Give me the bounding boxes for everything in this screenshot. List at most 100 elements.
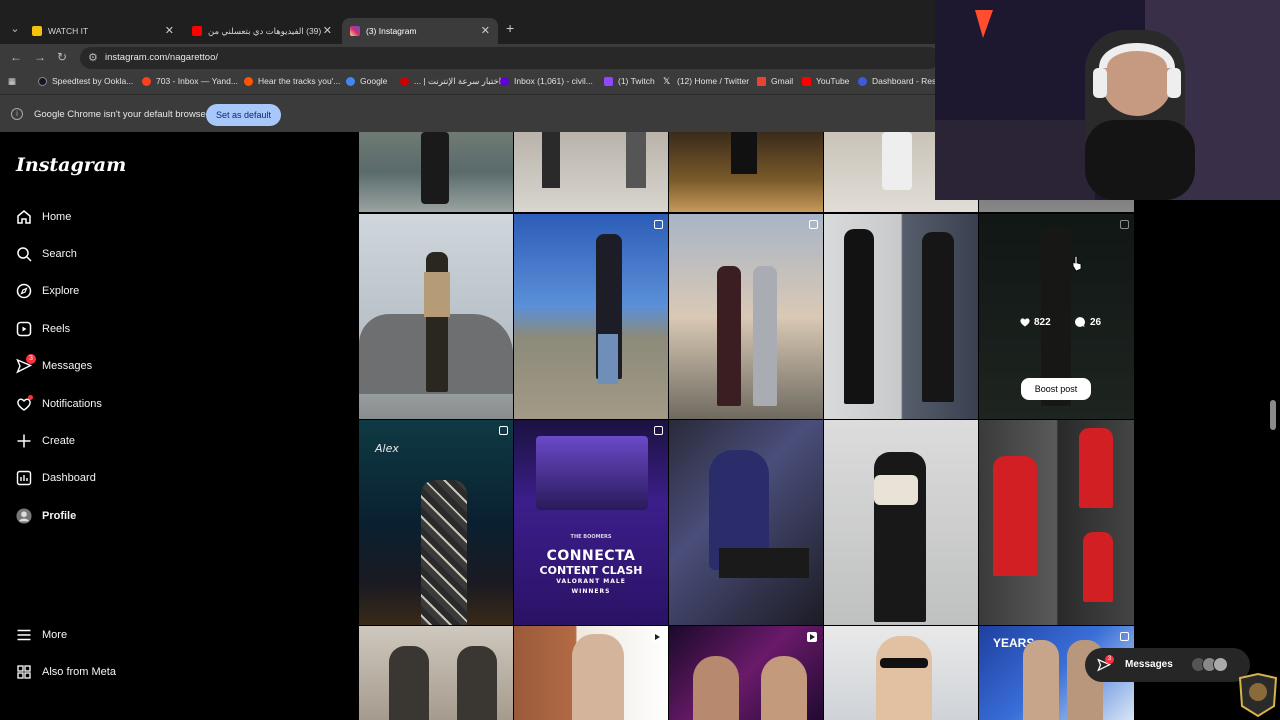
instagram-favicon-icon <box>350 26 360 36</box>
post-tile[interactable] <box>669 420 823 625</box>
forward-arrow-icon[interactable]: → <box>34 50 46 64</box>
gmail-icon <box>757 76 766 86</box>
bookmark-google[interactable]: Google <box>346 76 387 86</box>
bookmark-label: اختبار سرعة الإنترنت | ... <box>414 76 502 86</box>
messages-badge: 3 <box>26 354 36 364</box>
nav-profile[interactable]: Profile <box>0 501 300 531</box>
post-tile[interactable] <box>514 626 668 720</box>
chart-icon <box>16 470 32 486</box>
nav-explore[interactable]: Explore <box>0 276 300 306</box>
bookmark-label: (12) Home / Twitter <box>677 76 750 86</box>
tab-watch-it[interactable]: WATCH IT ✕ <box>24 18 182 44</box>
post-tile-hovered[interactable]: 822 26 Boost post <box>979 214 1134 419</box>
bookmark-label: Dashboard - Rest <box>872 76 939 86</box>
bookmark-label: 703 - Inbox — Yand... <box>156 76 238 86</box>
nav-label: Dashboard <box>42 472 96 484</box>
post-tile[interactable] <box>514 214 668 419</box>
comment-filled-icon <box>1075 317 1085 327</box>
nav-label: Profile <box>42 510 77 522</box>
bookmark-speed-test-ar[interactable]: اختبار سرعة الإنترنت | ... <box>400 76 501 87</box>
poster-title-line4: WINNERS <box>571 588 611 595</box>
page-scrollbar[interactable] <box>1270 400 1276 430</box>
youtube-icon <box>802 76 811 86</box>
carousel-icon <box>654 426 663 435</box>
bookmark-label: Inbox (1,061) - civil... <box>514 76 593 86</box>
watchit-favicon-icon <box>32 26 42 36</box>
nav-create[interactable]: Create <box>0 426 300 456</box>
post-tile[interactable] <box>824 420 978 625</box>
back-arrow-icon[interactable]: ← <box>10 50 22 64</box>
bookmark-youtube[interactable]: YouTube <box>802 76 849 86</box>
close-tab-icon[interactable]: ✕ <box>165 24 174 37</box>
post-tile[interactable] <box>359 214 513 419</box>
poster-title-line1: CONNECTA <box>546 548 636 564</box>
post-tile[interactable]: THE BOOMERS CONNECTA CONTENT CLASH VALOR… <box>514 420 668 625</box>
tab-instagram[interactable]: (3) Instagram ✕ <box>342 18 498 44</box>
close-tab-icon[interactable]: ✕ <box>323 24 332 37</box>
new-tab-icon[interactable]: + <box>506 20 514 36</box>
nav-home[interactable]: Home <box>0 202 300 232</box>
bookmark-gmail[interactable]: Gmail <box>757 76 793 86</box>
bookmark-label: (1) Twitch <box>618 76 655 86</box>
avatar-icon <box>16 508 32 524</box>
post-tile[interactable] <box>359 626 513 720</box>
bookmark-speedtest[interactable]: Speedtest by Ookla... <box>38 76 133 86</box>
tab-title: (3) Instagram <box>366 26 417 36</box>
profile-post-grid: 822 26 Boost post Alex THE BOOMERS CONNE… <box>359 132 1134 720</box>
nav-messages[interactable]: 3 Messages <box>0 351 300 381</box>
nav-notifications[interactable]: Notifications <box>0 389 300 419</box>
bookmark-yahoo-inbox[interactable]: Inbox (1,061) - civil... <box>500 76 593 86</box>
comments-value: 26 <box>1090 316 1102 328</box>
nav-label: Search <box>42 248 77 260</box>
nav-also-from-meta[interactable]: Also from Meta <box>0 657 300 687</box>
instagram-logo[interactable]: Instagram <box>16 154 126 176</box>
infobar-message: Google Chrome isn't your default browser <box>34 109 210 120</box>
comments-count: 26 <box>1074 316 1101 328</box>
post-tile[interactable] <box>514 132 668 212</box>
tab-search-button[interactable]: ⌄ <box>6 20 24 38</box>
tab-youtube[interactable]: (39) الفيديوهات دي بتعسلني من ✕ <box>184 18 340 44</box>
carousel-icon <box>499 426 508 435</box>
post-tile[interactable] <box>359 132 513 212</box>
notification-dot <box>28 395 33 400</box>
carousel-icon <box>809 220 818 229</box>
nav-dashboard[interactable]: Dashboard <box>0 463 300 493</box>
nav-more[interactable]: More <box>0 620 300 650</box>
bookmark-label: YouTube <box>816 76 850 86</box>
close-tab-icon[interactable]: ✕ <box>481 24 490 37</box>
post-tile[interactable] <box>669 626 823 720</box>
address-bar[interactable]: ⚙ instagram.com/nagarettoo/ <box>80 47 940 69</box>
reload-icon[interactable]: ↻ <box>57 50 67 64</box>
meta-icon <box>16 664 32 680</box>
bookmark-yandex[interactable]: 703 - Inbox — Yand... <box>142 76 238 86</box>
poster-title-line3: VALORANT MALE <box>556 578 626 585</box>
dashboard-icon <box>858 76 867 86</box>
post-tile[interactable] <box>824 626 978 720</box>
info-icon: i <box>11 108 23 120</box>
bookmark-twitch[interactable]: (1) Twitch <box>604 76 655 86</box>
boost-post-button[interactable]: Boost post <box>1021 378 1091 400</box>
messages-floating-button[interactable]: 3 Messages <box>1085 648 1250 682</box>
apps-grid-icon[interactable]: ▦ <box>8 76 16 87</box>
reel-icon <box>807 632 817 642</box>
post-tile[interactable] <box>824 214 978 419</box>
raad-channel-logo-icon <box>1238 672 1278 718</box>
nav-search[interactable]: Search <box>0 239 300 269</box>
nav-reels[interactable]: Reels <box>0 314 300 344</box>
bookmark-soundcloud[interactable]: Hear the tracks you'... <box>244 76 340 86</box>
post-tile[interactable] <box>669 132 823 212</box>
heart-filled-icon <box>1020 318 1030 327</box>
post-tile[interactable] <box>669 214 823 419</box>
search-icon <box>16 246 32 262</box>
soundcloud-icon <box>244 76 253 86</box>
post-tile[interactable]: Alex <box>359 420 513 625</box>
bookmark-dashboard[interactable]: Dashboard - Rest <box>858 76 939 86</box>
messages-badge: 3 <box>1105 655 1114 664</box>
set-as-default-button[interactable]: Set as default <box>206 104 281 126</box>
site-info-icon[interactable]: ⚙ <box>88 51 98 64</box>
streamer-webcam <box>935 0 1280 200</box>
carousel-icon <box>1120 632 1129 641</box>
post-tile[interactable] <box>979 420 1134 625</box>
bookmark-twitter[interactable]: 𝕏 (12) Home / Twitter <box>663 76 749 86</box>
bookmark-label: Speedtest by Ookla... <box>52 76 134 86</box>
